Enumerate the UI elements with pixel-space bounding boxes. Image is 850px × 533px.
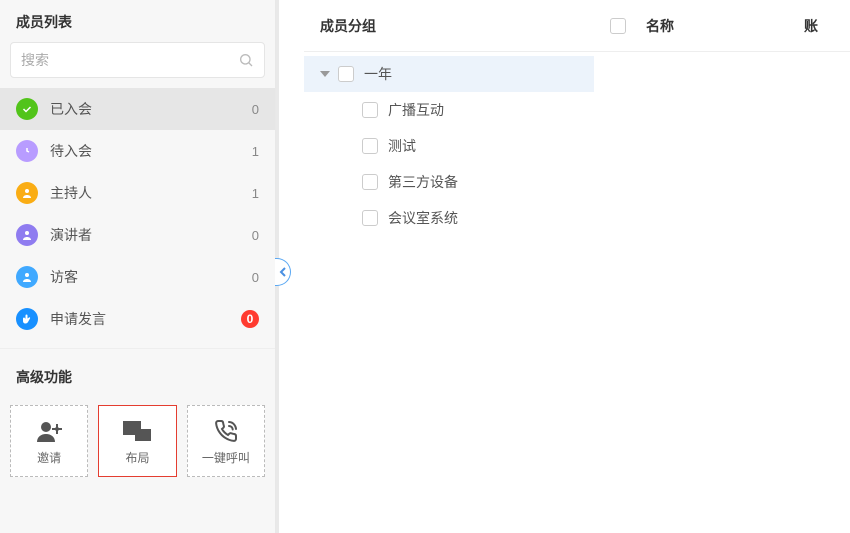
checkbox[interactable] [362, 102, 378, 118]
tree-child-row[interactable]: 广播互动 [304, 92, 594, 128]
tree-child-row[interactable]: 会议室系统 [304, 200, 594, 236]
group-panel-title: 成员分组 [304, 0, 594, 52]
call-all-button[interactable]: 一键呼叫 [187, 405, 265, 477]
phone-icon [214, 417, 238, 445]
sidebar: 成员列表 已入会 0 待入会 1 [0, 0, 276, 533]
search-wrap [0, 42, 275, 88]
group-tree: 一年 广播互动 测试 第三方设备 [304, 52, 594, 236]
advanced-actions: 邀请 布局 一键呼叫 [0, 397, 275, 477]
category-count: 0 [252, 102, 259, 117]
category-joined[interactable]: 已入会 0 [0, 88, 275, 130]
category-speaker[interactable]: 演讲者 0 [0, 214, 275, 256]
search-icon[interactable] [238, 52, 254, 68]
sidebar-title: 成员列表 [0, 0, 275, 42]
action-label: 布局 [125, 449, 149, 466]
layout-icon [123, 417, 151, 445]
tree-children: 广播互动 测试 第三方设备 会议室系统 [304, 92, 594, 236]
action-label: 邀请 [37, 449, 61, 466]
tree-child-row[interactable]: 第三方设备 [304, 164, 594, 200]
category-label: 访客 [50, 267, 252, 287]
advanced-section-title: 高级功能 [0, 348, 275, 397]
tree-label: 第三方设备 [388, 172, 458, 192]
search-input[interactable] [21, 52, 238, 68]
invite-button[interactable]: 邀请 [10, 405, 88, 477]
tree-label: 会议室系统 [388, 208, 458, 228]
tree-child-row[interactable]: 测试 [304, 128, 594, 164]
category-label: 已入会 [50, 99, 252, 119]
checkbox[interactable] [362, 210, 378, 226]
category-count-badge: 0 [241, 310, 259, 328]
chevron-down-icon[interactable] [318, 69, 332, 79]
hand-icon [16, 308, 38, 330]
category-guest[interactable]: 访客 0 [0, 256, 275, 298]
select-all-checkbox[interactable] [610, 18, 626, 34]
speaker-icon [16, 224, 38, 246]
category-list: 已入会 0 待入会 1 主持人 1 演讲者 [0, 88, 275, 340]
category-label: 申请发言 [50, 309, 241, 329]
table-header: 名称 账 [594, 0, 850, 52]
layout-button[interactable]: 布局 [98, 405, 176, 477]
main-area: 成员分组 一年 广播互动 测试 [304, 0, 850, 533]
checkbox[interactable] [362, 174, 378, 190]
tree-root-row[interactable]: 一年 [304, 56, 594, 92]
category-label: 主持人 [50, 183, 252, 203]
checkbox[interactable] [362, 138, 378, 154]
panel-divider [276, 0, 304, 533]
search-box[interactable] [10, 42, 265, 78]
category-request-speak[interactable]: 申请发言 0 [0, 298, 275, 340]
group-panel: 成员分组 一年 广播互动 测试 [304, 0, 594, 533]
invite-icon [36, 417, 62, 445]
clock-icon [16, 140, 38, 162]
guest-icon [16, 266, 38, 288]
user-icon [16, 182, 38, 204]
category-host[interactable]: 主持人 1 [0, 172, 275, 214]
category-count: 1 [252, 144, 259, 159]
tree-label: 测试 [388, 136, 416, 156]
category-label: 待入会 [50, 141, 252, 161]
column-account: 账 [804, 16, 834, 36]
check-circle-icon [16, 98, 38, 120]
category-count: 0 [252, 228, 259, 243]
category-count: 0 [252, 270, 259, 285]
category-pending[interactable]: 待入会 1 [0, 130, 275, 172]
table-panel: 名称 账 [594, 0, 850, 533]
tree-label: 广播互动 [388, 100, 444, 120]
action-label: 一键呼叫 [202, 449, 250, 466]
tree-label: 一年 [364, 64, 392, 84]
category-count: 1 [252, 186, 259, 201]
checkbox[interactable] [338, 66, 354, 82]
category-label: 演讲者 [50, 225, 252, 245]
collapse-handle[interactable] [275, 258, 291, 286]
column-name: 名称 [640, 16, 790, 36]
